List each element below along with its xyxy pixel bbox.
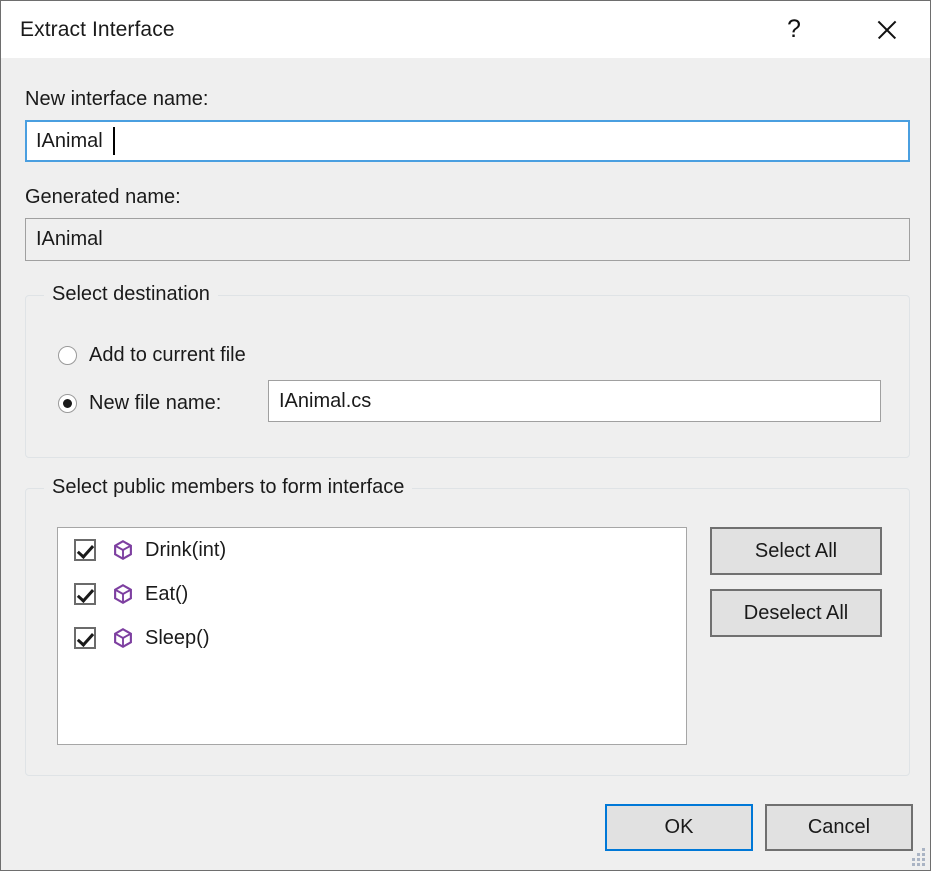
dialog-body: New interface name: Generated name: Sele… [1, 58, 930, 870]
list-item[interactable]: Sleep() [58, 616, 686, 660]
checkbox-checked-icon[interactable] [74, 583, 96, 605]
list-item[interactable]: Drink(int) [58, 528, 686, 572]
deselect-all-button[interactable]: Deselect All [710, 589, 882, 637]
list-item-label: Drink(int) [145, 539, 226, 562]
list-item-label: Sleep() [145, 627, 209, 650]
method-cube-icon [113, 628, 133, 648]
select-members-group: Select public members to form interface … [25, 488, 910, 776]
resize-grip[interactable] [908, 848, 926, 866]
select-all-button[interactable]: Select All [710, 527, 882, 575]
new-interface-name-label: New interface name: [25, 88, 208, 111]
select-destination-group: Select destination Add to current file N… [25, 295, 910, 458]
dialog-title: Extract Interface [20, 18, 175, 42]
new-file-name-input[interactable] [268, 380, 881, 422]
close-x-icon [875, 18, 899, 42]
title-bar: Extract Interface ? [1, 1, 931, 58]
text-caret [113, 127, 115, 155]
list-item-label: Eat() [145, 583, 188, 606]
cancel-button[interactable]: Cancel [765, 804, 913, 851]
help-button[interactable]: ? [763, 1, 825, 58]
radio-add-to-current-file[interactable]: Add to current file [58, 344, 246, 367]
ok-button[interactable]: OK [605, 804, 753, 851]
select-members-caption: Select public members to form interface [44, 476, 412, 499]
radio-circle-selected-icon [58, 394, 77, 413]
checkbox-checked-icon[interactable] [74, 627, 96, 649]
generated-name-field [25, 218, 910, 261]
radio-new-file-name-label: New file name: [89, 392, 221, 415]
extract-interface-dialog: Extract Interface ? New interface name: … [0, 0, 931, 871]
close-button[interactable] [856, 1, 918, 58]
method-cube-icon [113, 584, 133, 604]
checkbox-checked-icon[interactable] [74, 539, 96, 561]
radio-add-to-current-file-label: Add to current file [89, 344, 246, 367]
generated-name-label: Generated name: [25, 186, 181, 209]
method-cube-icon [113, 540, 133, 560]
list-item[interactable]: Eat() [58, 572, 686, 616]
new-interface-name-input[interactable] [25, 120, 910, 162]
radio-new-file-name[interactable]: New file name: [58, 392, 221, 415]
radio-circle-icon [58, 346, 77, 365]
select-destination-caption: Select destination [44, 283, 218, 306]
question-mark-icon: ? [787, 17, 801, 42]
members-listbox[interactable]: Drink(int) Eat() [57, 527, 687, 745]
